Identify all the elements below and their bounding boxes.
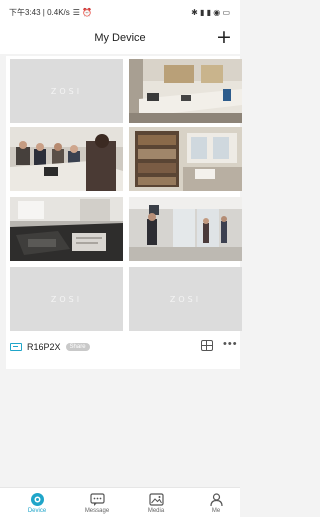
camera-feed-lobby [129,197,242,261]
tab-media[interactable]: Media [134,492,178,514]
tab-me[interactable]: Me [194,492,238,514]
person-icon [209,493,223,507]
share-badge: Share [65,343,90,351]
message-icon [89,493,105,506]
media-icon [148,493,164,506]
zosi-logo: ZOSI [50,294,83,304]
tab-me-label: Me [211,508,221,514]
camera-tile-2[interactable] [129,59,242,123]
status-system-icons: ☰ ⏰ [72,7,93,17]
device-icon [30,493,44,506]
status-right-icons: ✱ ▮ ▮ ◉ ▭ [191,7,230,17]
dvr-device-icon [10,343,22,351]
camera-tile-3[interactable] [10,127,123,191]
tab-device-label: Device [27,508,47,514]
camera-feed-meeting-room [10,127,123,191]
camera-tile-8[interactable]: ZOSI [129,267,242,331]
camera-tile-7[interactable]: ZOSI [10,267,123,331]
device-row[interactable]: R16P2X Share ••• [10,338,238,356]
zosi-logo: ZOSI [169,294,202,304]
camera-feed-office-desk [129,59,242,123]
add-device-button[interactable]: + [215,28,233,48]
header: My Device + [0,24,240,54]
tab-media-label: Media [147,508,165,514]
camera-feed-bookshelf-office [129,127,242,191]
status-time: 下午3:43 | 0.4K/s [9,7,70,17]
tab-message[interactable]: Message [75,492,119,514]
more-options-icon[interactable]: ••• [223,338,238,350]
page-title: My Device [94,32,146,44]
bottom-tab-bar: Device Message Media Me [0,487,240,517]
grid-layout-icon[interactable] [201,340,213,351]
camera-grid-panel: ZOSI ZOSI ZOSI [6,56,242,369]
camera-tile-5[interactable] [10,197,123,261]
tab-message-label: Message [84,508,110,514]
camera-tile-4[interactable] [129,127,242,191]
tab-device[interactable]: Device [15,492,59,514]
device-name: R16P2X [27,342,61,352]
camera-tile-1[interactable]: ZOSI [10,59,123,123]
zosi-logo: ZOSI [50,86,83,96]
status-bar: 下午3:43 | 0.4K/s ☰ ⏰ ✱ ▮ ▮ ◉ ▭ [0,0,240,24]
camera-tile-6[interactable] [129,197,242,261]
camera-feed-desk-laptop [10,197,123,261]
